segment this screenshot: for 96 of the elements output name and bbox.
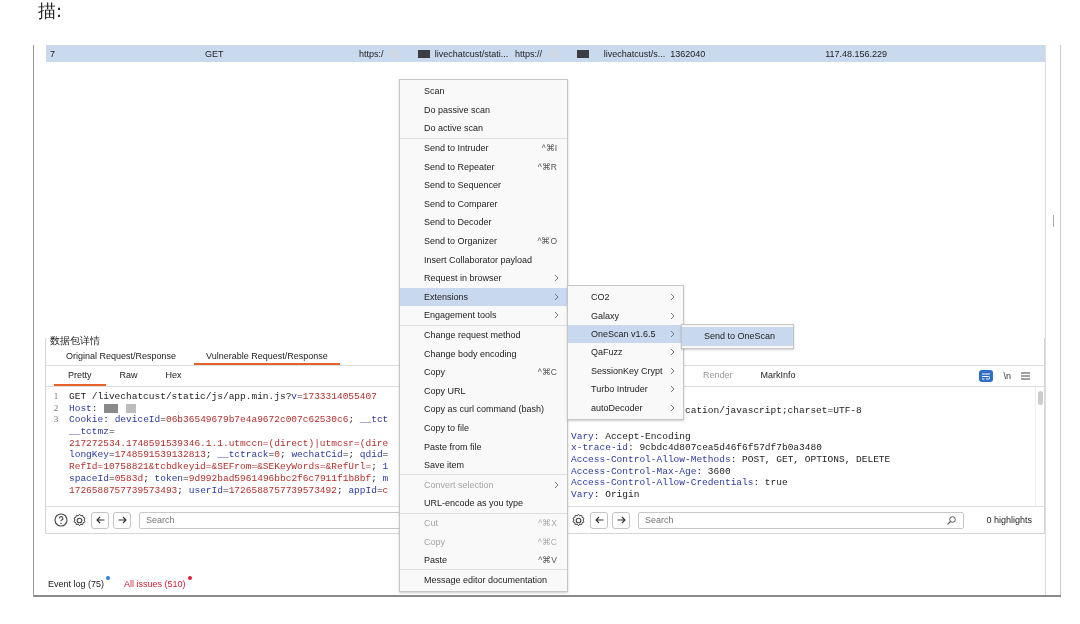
menu-item[interactable]: Copy ^⌘C <box>400 362 567 382</box>
shortcut-label: ^⌘V <box>538 555 558 566</box>
menu-item[interactable]: URL-encode as you type <box>400 494 567 513</box>
menu-item[interactable]: OneScan v1.6.5 <box>568 324 683 344</box>
article-text: 描: <box>38 0 63 22</box>
table-cell: livechatcust/s... <box>603 48 666 59</box>
table-cell: https:/ <box>358 48 384 59</box>
shortcut-label: ^⌘I <box>541 143 558 154</box>
code-line: Host: <box>69 402 136 415</box>
shortcut-label: ^⌘C <box>537 367 558 378</box>
menu-item[interactable]: Galaxy <box>568 306 683 325</box>
menu-item[interactable]: Send to Sequencer <box>400 175 567 195</box>
tab[interactable]: Vulnerable Request/Response <box>194 348 340 365</box>
wrap-toggle[interactable] <box>979 370 994 382</box>
menu-item[interactable]: Send to OneScan <box>682 327 793 346</box>
code-line: cation/javascript;charset=UTF-8 <box>685 405 862 417</box>
menu-item[interactable]: Message editor documentation <box>400 570 567 590</box>
back-button[interactable] <box>590 511 608 529</box>
code-line: longKey=1748591539132813; __tctrack=0; wechatCid=; qdid= <box>69 449 389 462</box>
search-field[interactable]: Search <box>638 511 965 529</box>
editor-tab[interactable]: Raw <box>105 366 152 386</box>
code-line: Access-Control-Max-Age: 3600 <box>571 465 731 478</box>
menu-item[interactable]: Send to Intruder ^⌘I <box>400 138 567 158</box>
code-line: spaceId=0583d; token=9d992bad5961496bbc2f6c7911f1b8bf; m <box>69 472 389 485</box>
menu-item[interactable]: Extensions <box>400 287 567 307</box>
menu-item[interactable]: Send to Repeater ^⌘R <box>400 157 567 176</box>
menu-item[interactable]: Do passive scan <box>400 100 567 120</box>
shortcut-label: ^⌘O <box>537 236 558 247</box>
code-line: Cookie: deviceId=06b36549679b7e4a9672c007c62530c6; __tct <box>69 414 389 427</box>
forward-button[interactable] <box>612 511 630 529</box>
menu-item[interactable]: Copy to file <box>400 418 567 438</box>
menu-item[interactable]: Send to Organizer ^⌘O <box>400 231 567 251</box>
redaction-block <box>103 403 118 413</box>
table-cell: livechatcust/stati... <box>434 48 509 59</box>
menu-item[interactable]: Request in browser <box>400 268 567 288</box>
menu-item[interactable]: Save item <box>400 455 567 475</box>
menu-item[interactable]: Change body encoding <box>400 344 567 363</box>
arrow-left-icon <box>95 516 105 524</box>
menu-item[interactable]: Paste from file <box>400 437 567 456</box>
wrap-lines-icon <box>982 372 991 380</box>
menu-item[interactable]: autoDecoder <box>568 398 683 417</box>
shortcut-label: ^⌘C <box>537 536 558 547</box>
help-icon[interactable] <box>54 513 68 527</box>
status-tab[interactable]: All issues (510) <box>124 579 186 589</box>
redaction-block <box>125 403 136 413</box>
menu-item[interactable]: Send to Comparer <box>400 194 567 214</box>
code-line: 1726588757739573493; userId=1726588757739573492; appId=c <box>69 484 389 497</box>
status-tab[interactable]: Event log (75) <box>48 579 105 589</box>
arrow-right-icon <box>616 516 626 524</box>
shortcut-label: ^⌘R <box>537 161 558 172</box>
code-line: RefId=10758821&tcbdkeyid=&SEFrom=&SEKeyWords=&RefUrl=; 1 <box>69 461 389 473</box>
arrow-left-icon <box>594 516 604 524</box>
code-line: x-trace-id: 9cbdc4d807cea5d46f6f57df7b0a3480 <box>571 442 822 455</box>
menu-item[interactable]: Engagement tools <box>400 306 567 325</box>
back-button[interactable] <box>91 511 109 529</box>
table-cell: 1362040 <box>670 48 706 59</box>
highlight-count: 0 highlights <box>986 515 1032 525</box>
newline-toggle[interactable]: \n <box>1003 371 1011 381</box>
table-row[interactable]: 7 GET https:/ livechatcust/stati... https:// livechatcust/s... 1362040 117.48.156.229 <box>46 45 1045 62</box>
editor-tab[interactable]: Hex <box>151 366 196 386</box>
forward-button[interactable] <box>113 511 131 529</box>
menu-item[interactable]: Insert Collaborator payload <box>400 250 567 269</box>
menu-item[interactable]: Turbo Intruder <box>568 379 683 399</box>
menu-item[interactable]: Change request method <box>400 325 567 345</box>
search-icon <box>947 515 957 525</box>
code-line: Access-Control-Allow-Credentials: true <box>571 477 788 490</box>
line-number: 3 <box>52 414 60 427</box>
table-cell: 117.48.156.229 <box>825 48 888 59</box>
menu-item[interactable]: Copy as curl command (bash) <box>400 400 567 419</box>
menu-item[interactable]: CO2 <box>568 288 683 307</box>
code-line: GET /livechatcust/static/js/app.min.js?v=1733314055407 <box>69 391 377 403</box>
line-number: 1 <box>52 391 60 403</box>
tab[interactable]: Original Request/Response <box>54 348 189 365</box>
code-line: 217272534.1748591539346.1.1.utmccn=(direct)|utmcsr=(dire <box>69 437 389 450</box>
menu-item[interactable]: Do active scan <box>400 119 567 138</box>
code-line: Vary: Origin <box>571 489 640 501</box>
menu-icon[interactable] <box>1021 372 1030 380</box>
menu-item[interactable]: Send to Decoder <box>400 213 567 232</box>
scrollbar[interactable] <box>1045 45 1061 595</box>
table-cell: 7 <box>50 48 55 59</box>
menu-item[interactable]: Copy URL <box>400 381 567 401</box>
settings-icon[interactable] <box>72 512 87 528</box>
table-cell: GET <box>204 48 224 59</box>
menu-item[interactable]: Paste ^⌘V <box>400 550 567 570</box>
menu-item[interactable]: SessionKey Crypt <box>568 361 683 380</box>
code-line: __tctmz= <box>69 426 115 438</box>
arrow-right-icon <box>117 516 127 524</box>
menu-item[interactable]: QaFuzz <box>568 343 683 362</box>
menu-item[interactable]: Scan <box>400 82 567 101</box>
code-line: Vary: Accept-Encoding <box>571 430 691 443</box>
code-line: Access-Control-Allow-Methods: POST, GET, OPTIONS, DELETE <box>571 454 891 466</box>
settings-icon[interactable] <box>571 512 586 528</box>
editor-tab[interactable]: MarkInfo <box>746 366 810 386</box>
table-cell: https:// <box>515 48 543 59</box>
editor-tab[interactable]: Pretty <box>54 366 106 386</box>
line-number: 2 <box>52 402 60 415</box>
